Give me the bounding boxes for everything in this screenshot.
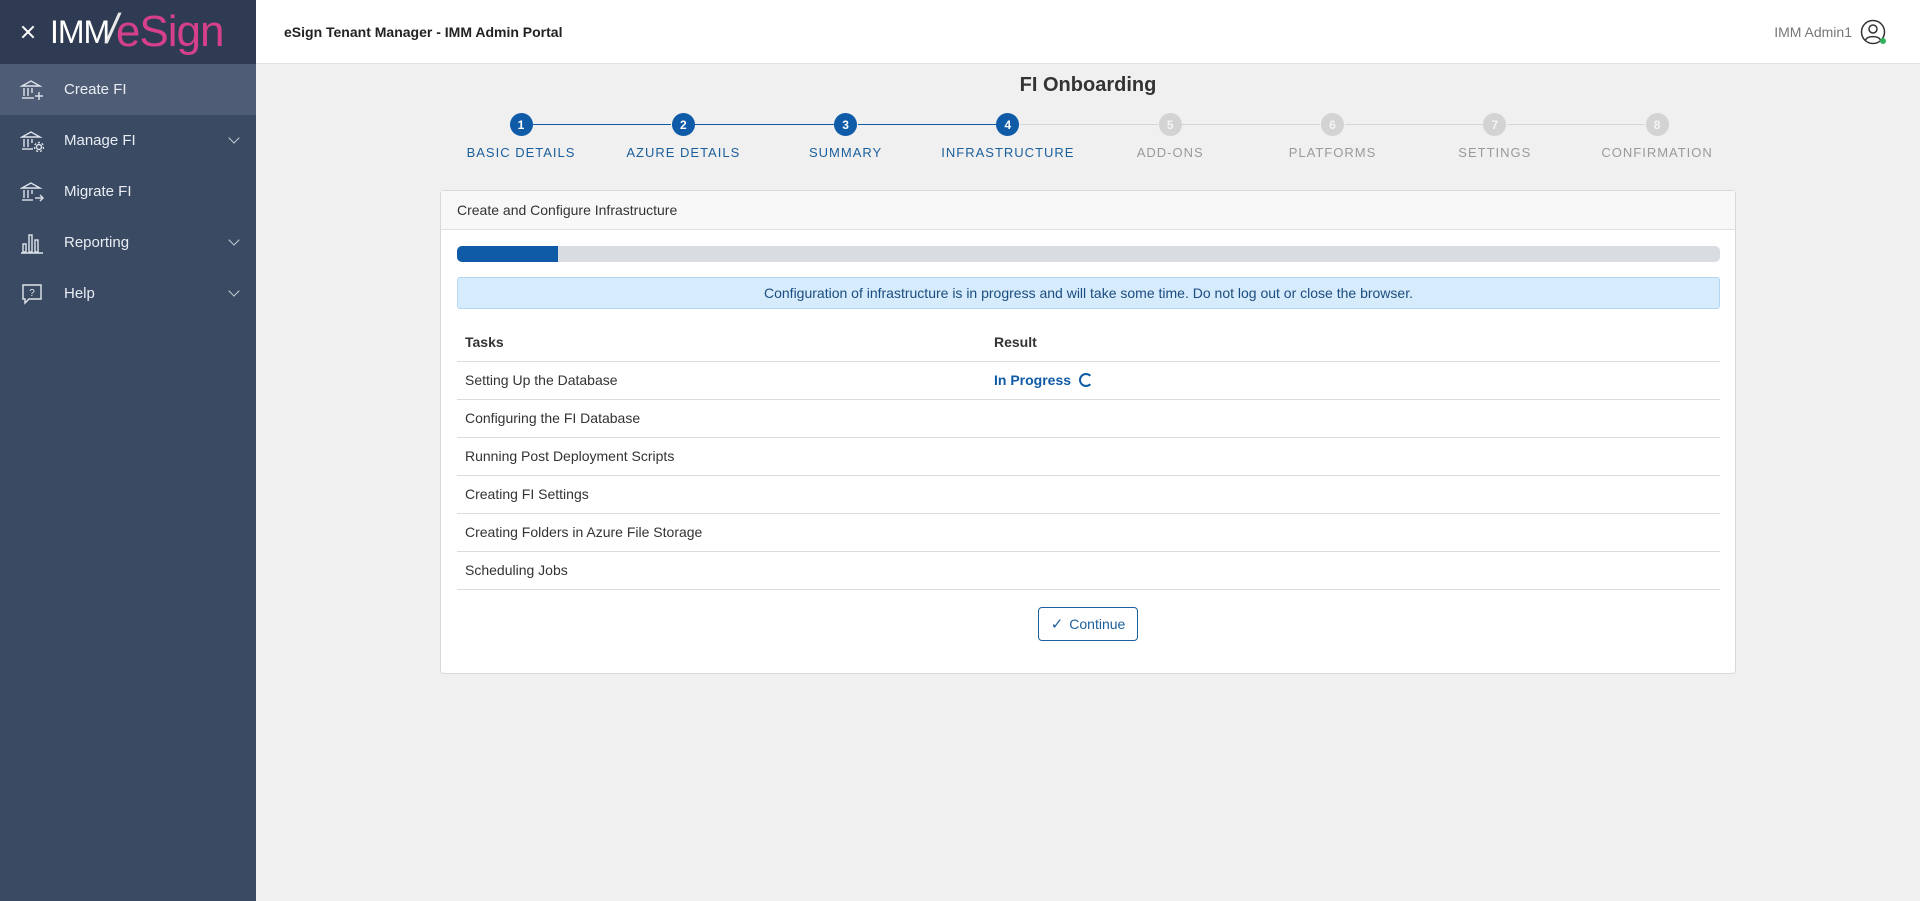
step-label: SUMMARY (808, 145, 883, 160)
bank-arrow-icon (20, 180, 44, 204)
step-number: 6 (1321, 113, 1344, 136)
user-menu[interactable]: IMM Admin1 (1774, 19, 1886, 45)
onboarding-stepper: 1 BASIC DETAILS 2 AZURE DETAILS 3 SUMMARY 4 INF… (440, 113, 1712, 173)
close-icon[interactable] (18, 22, 38, 42)
sidebar-item-label: Create FI (64, 81, 127, 98)
sidebar-header: IMM / eSign (0, 0, 256, 64)
table-row: Creating Folders in Azure File Storage (457, 513, 1720, 552)
card-title: Create and Configure Infrastructure (441, 191, 1735, 230)
step-number: 8 (1645, 113, 1669, 136)
sidebar: IMM / eSign Create FI Manage FI Migrate … (0, 0, 256, 901)
step-label: INFRASTRUCTURE (941, 145, 1075, 160)
logo-text-imm: IMM (50, 13, 110, 50)
step-basic-details: 1 BASIC DETAILS (440, 113, 602, 160)
step-infrastructure: 4 INFRASTRUCTURE (927, 113, 1089, 160)
spinner-icon (1079, 373, 1094, 387)
task-result: In Progress (986, 361, 1720, 400)
task-name: Creating FI Settings (457, 475, 986, 514)
checkmark-icon: ✓ (1050, 616, 1064, 633)
user-name: IMM Admin1 (1774, 24, 1852, 40)
step-platforms: 6 PLATFORMS (1252, 113, 1414, 160)
task-name: Configuring the FI Database (457, 399, 986, 438)
step-summary: 3 SUMMARY (765, 113, 927, 160)
task-name: Setting Up the Database (457, 361, 986, 400)
step-label: ADD-ONS (1136, 145, 1204, 160)
infrastructure-card: Create and Configure Infrastructure Conf… (440, 190, 1736, 674)
task-result (986, 513, 1720, 552)
bank-gear-icon (20, 129, 44, 153)
tasks-table: Tasks Result Setting Up the Database In P… (457, 323, 1720, 590)
step-label: SETTINGS (1458, 145, 1532, 160)
step-label: CONFIRMATION (1601, 145, 1713, 160)
svg-text:?: ? (29, 288, 35, 299)
step-add-ons: 5 ADD-ONS (1089, 113, 1251, 160)
table-row: Scheduling Jobs (457, 551, 1720, 590)
step-number: 5 (1158, 113, 1182, 136)
step-label: BASIC DETAILS (466, 145, 576, 160)
table-header-row: Tasks Result (457, 323, 1720, 362)
sidebar-item-label: Reporting (64, 234, 130, 251)
table-row: Setting Up the Database In Progress (457, 361, 1720, 400)
logo-text-esign: eSign (115, 7, 225, 56)
sidebar-item-reporting[interactable]: Reporting (0, 217, 256, 268)
sidebar-item-label: Manage FI (64, 132, 136, 149)
sidebar-item-help[interactable]: ? Help (0, 268, 256, 319)
task-name: Creating Folders in Azure File Storage (457, 513, 986, 552)
chevron-down-icon[interactable] (228, 234, 240, 246)
sidebar-item-label: Help (64, 285, 95, 302)
continue-button[interactable]: ✓ Continue (1038, 607, 1138, 641)
step-number: 3 (834, 113, 858, 136)
task-name: Running Post Deployment Scripts (457, 437, 986, 476)
chevron-down-icon[interactable] (228, 132, 240, 144)
step-number: 1 (509, 113, 533, 136)
step-number: 7 (1483, 113, 1507, 136)
table-row: Configuring the FI Database (457, 399, 1720, 438)
portal-title: eSign Tenant Manager - IMM Admin Portal (284, 23, 563, 40)
logo: IMM / eSign (50, 5, 225, 57)
step-number: 2 (671, 113, 695, 136)
top-bar: eSign Tenant Manager - IMM Admin Portal … (256, 0, 1920, 64)
sidebar-item-label: Migrate FI (64, 183, 132, 200)
task-result (986, 475, 1720, 514)
info-alert: Configuration of infrastructure is in pr… (457, 277, 1720, 309)
progress-bar (457, 246, 1720, 262)
user-account-icon[interactable] (1860, 19, 1886, 45)
step-label: PLATFORMS (1288, 145, 1377, 160)
step-number: 4 (996, 113, 1020, 136)
bank-plus-icon (20, 78, 44, 102)
task-result (986, 551, 1720, 590)
page-title: FI Onboarding (1019, 74, 1157, 96)
status-text: In Progress (994, 372, 1072, 388)
bar-chart-icon (20, 231, 44, 255)
progress-bar-fill (457, 246, 559, 262)
sidebar-nav: Create FI Manage FI Migrate FI Reporting… (0, 64, 256, 319)
task-name: Scheduling Jobs (457, 551, 986, 590)
tasks-table-body: Setting Up the Database In Progress Config… (457, 361, 1720, 590)
step-settings: 7 SETTINGS (1414, 113, 1576, 160)
sidebar-item-manage-fi[interactable]: Manage FI (0, 115, 256, 166)
step-label: AZURE DETAILS (626, 145, 741, 160)
chevron-down-icon[interactable] (228, 285, 240, 297)
task-result (986, 399, 1720, 438)
help-bubble-icon: ? (20, 282, 44, 306)
sidebar-item-migrate-fi[interactable]: Migrate FI (0, 166, 256, 217)
table-row: Running Post Deployment Scripts (457, 437, 1720, 476)
column-header-tasks: Tasks (457, 323, 986, 362)
table-row: Creating FI Settings (457, 475, 1720, 514)
step-confirmation: 8 CONFIRMATION (1576, 113, 1738, 160)
status-in-progress: In Progress (994, 372, 1094, 388)
sidebar-item-create-fi[interactable]: Create FI (0, 64, 256, 115)
continue-button-label: Continue (1069, 616, 1126, 632)
column-header-result: Result (986, 323, 1720, 362)
step-azure-details: 2 AZURE DETAILS (602, 113, 764, 160)
online-status-dot (1880, 38, 1886, 44)
task-result (986, 437, 1720, 476)
